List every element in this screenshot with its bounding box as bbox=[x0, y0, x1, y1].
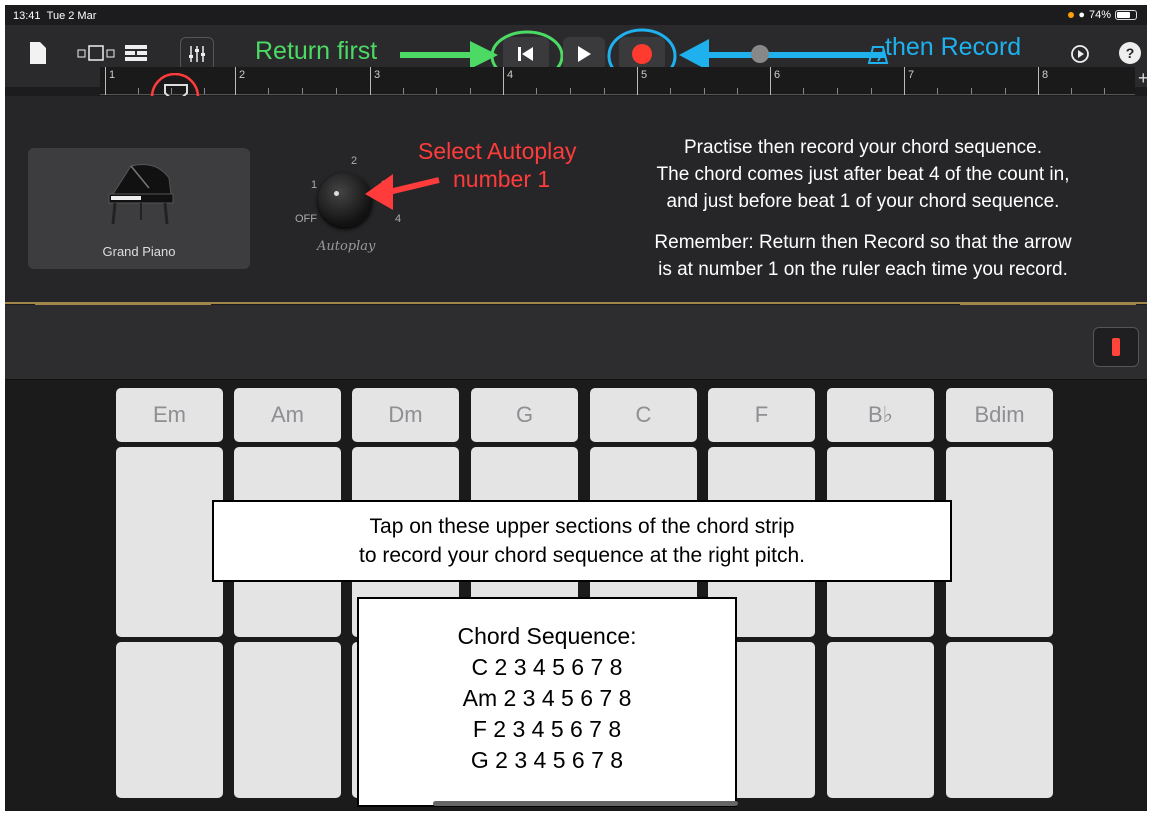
status-bar: 13:41 Tue 2 Mar ● 74% bbox=[5, 5, 1147, 25]
home-indicator[interactable] bbox=[433, 801, 738, 806]
sequence-row: Am 2 3 4 5 6 7 8 bbox=[462, 685, 632, 711]
ruler-bar-7: 7 bbox=[908, 69, 915, 81]
chord-lower-section[interactable] bbox=[946, 642, 1053, 798]
chord-label[interactable]: Am bbox=[234, 388, 341, 442]
chord-strip-bdim: Bdim bbox=[946, 388, 1053, 798]
sequence-title: Chord Sequence: bbox=[457, 623, 637, 649]
upper-sections-callout: Tap on these upper sections of the chord… bbox=[212, 500, 952, 582]
annotation-number-1: number 1 bbox=[453, 166, 551, 192]
chord-lower-section[interactable] bbox=[116, 642, 223, 798]
ruler-bar-2: 2 bbox=[239, 69, 246, 81]
ruler-bar-5: 5 bbox=[641, 69, 648, 81]
ruler-add-button[interactable]: + bbox=[1138, 68, 1147, 89]
sequence-row: F 2 3 4 5 6 7 8 bbox=[472, 716, 622, 742]
battery-icon bbox=[1115, 10, 1137, 20]
chord-label[interactable]: B♭ bbox=[827, 388, 934, 442]
chord-strip-am: Am bbox=[234, 388, 341, 798]
instrument-name: Grand Piano bbox=[102, 244, 176, 259]
orange-dot-icon bbox=[1068, 12, 1075, 18]
chord-label[interactable]: F bbox=[708, 388, 815, 442]
chord-label[interactable]: G bbox=[471, 388, 578, 442]
chord-sequence-callout: Chord Sequence: C 2 3 4 5 6 7 8 Am 2 3 4… bbox=[357, 597, 737, 807]
chord-strip-icon bbox=[1112, 338, 1120, 356]
annotation-return-first: Return first bbox=[255, 37, 378, 65]
wifi-icon: ● bbox=[1078, 9, 1085, 21]
chord-strip-toggle-button[interactable] bbox=[1093, 327, 1139, 367]
autoplay-label-2: 2 bbox=[351, 155, 358, 167]
garageband-screen: 13:41 Tue 2 Mar ● 74% Return first then … bbox=[5, 5, 1147, 811]
autoplay-label-4: 4 bbox=[395, 213, 402, 225]
chord-upper-section[interactable] bbox=[946, 447, 1053, 637]
instrument-panel: Grand Piano 2 1 3 OFF 4 Autoplay Select … bbox=[5, 96, 1147, 306]
chord-label[interactable]: Dm bbox=[352, 388, 459, 442]
controls-strip bbox=[5, 305, 1147, 380]
autoplay-title: Autoplay bbox=[317, 239, 376, 254]
red-arrow-icon bbox=[365, 174, 440, 210]
ruler-bar-8: 8 bbox=[1042, 69, 1049, 81]
annotation-then-record: then Record bbox=[885, 33, 1022, 61]
timeline-ruler[interactable]: 1 2 3 4 5 6 7 8 bbox=[100, 67, 1135, 95]
chord-lower-section[interactable] bbox=[827, 642, 934, 798]
annotation-select-autoplay: Select Autoplay bbox=[418, 138, 577, 164]
status-time: 13:41 Tue 2 Mar bbox=[13, 10, 97, 22]
document-icon[interactable] bbox=[27, 39, 49, 67]
tracks-icon[interactable] bbox=[122, 39, 150, 67]
chord-lower-section[interactable] bbox=[234, 642, 341, 798]
ruler-bar-4: 4 bbox=[507, 69, 514, 81]
chord-label[interactable]: Bdim bbox=[946, 388, 1053, 442]
instrument-button[interactable]: Grand Piano bbox=[28, 148, 250, 269]
volume-slider-thumb[interactable] bbox=[751, 45, 769, 63]
ruler-bar-6: 6 bbox=[774, 69, 781, 81]
mixer-icon[interactable] bbox=[180, 37, 214, 71]
view-toggle-icon[interactable] bbox=[75, 39, 119, 67]
play-icon bbox=[578, 46, 591, 62]
sequence-row: C 2 3 4 5 6 7 8 bbox=[471, 654, 623, 680]
chord-strip-bb: B♭ bbox=[827, 388, 934, 798]
grand-piano-icon bbox=[108, 164, 174, 225]
play-button[interactable] bbox=[563, 37, 605, 71]
chord-upper-section[interactable] bbox=[116, 447, 223, 637]
chord-label[interactable]: Em bbox=[116, 388, 223, 442]
sequence-row: G 2 3 4 5 6 7 8 bbox=[470, 747, 624, 773]
battery-percent: 74% bbox=[1088, 9, 1111, 21]
instructions-text: Practise then record your chord sequence… bbox=[654, 137, 1072, 280]
chord-label[interactable]: C bbox=[590, 388, 697, 442]
help-icon[interactable]: ? bbox=[1119, 42, 1141, 64]
autoplay-label-1: 1 bbox=[311, 179, 318, 191]
settings-icon[interactable] bbox=[1067, 41, 1093, 67]
autoplay-label-off: OFF bbox=[295, 213, 317, 225]
chord-strip-em: Em bbox=[116, 388, 223, 798]
ruler-bar-3: 3 bbox=[374, 69, 381, 81]
